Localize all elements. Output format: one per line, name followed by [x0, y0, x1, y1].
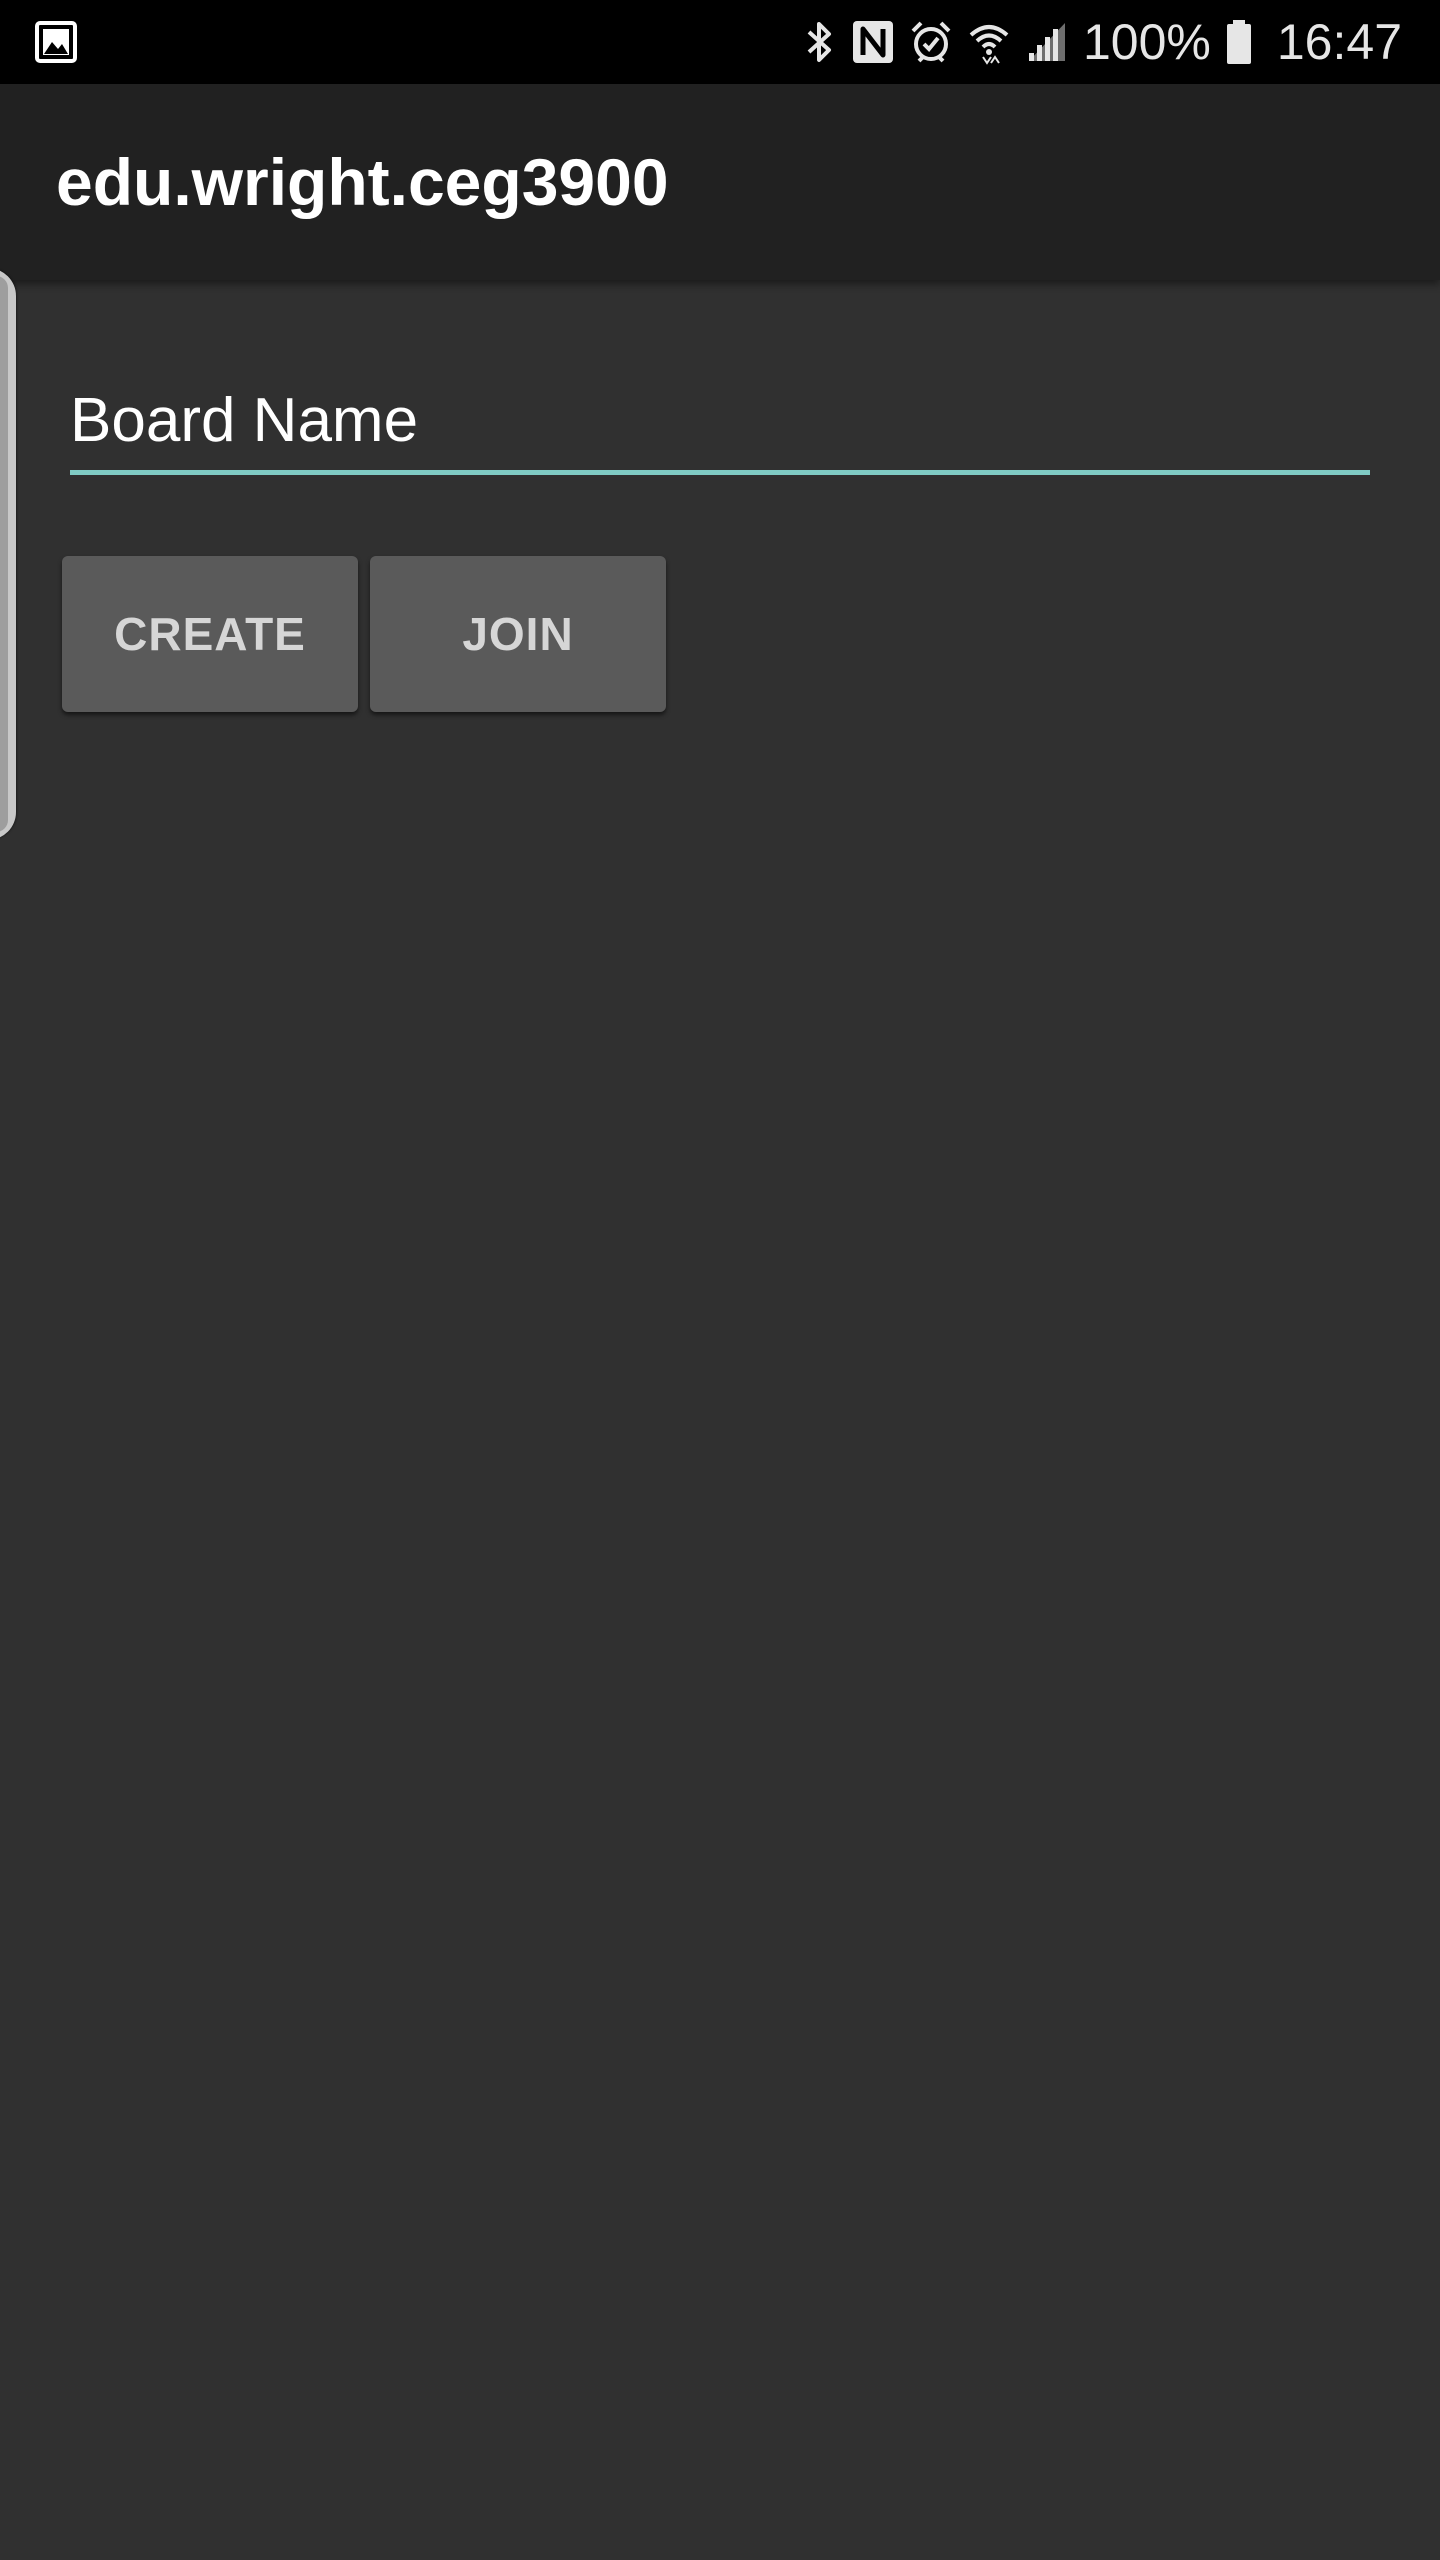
bluetooth-icon [803, 18, 837, 66]
join-button[interactable]: JOIN [370, 556, 666, 712]
clock: 16:47 [1276, 14, 1402, 70]
battery-full-icon [1225, 18, 1253, 66]
wifi-icon [967, 19, 1011, 65]
app-title: edu.wright.ceg3900 [56, 145, 669, 219]
app-bar: edu.wright.ceg3900 [0, 84, 1440, 280]
status-icons: 100% 16:47 [803, 0, 1402, 84]
board-name-input[interactable] [70, 370, 1370, 475]
cell-signal-icon [1025, 19, 1069, 65]
status-bar: 100% 16:47 [0, 0, 1440, 84]
gallery-notification-icon [34, 20, 78, 64]
create-button[interactable]: CREATE [62, 556, 358, 712]
edge-panel-handle[interactable] [0, 268, 16, 840]
alarm-icon [909, 19, 953, 65]
battery-percent: 100% [1082, 14, 1211, 70]
nfc-icon [851, 19, 895, 65]
